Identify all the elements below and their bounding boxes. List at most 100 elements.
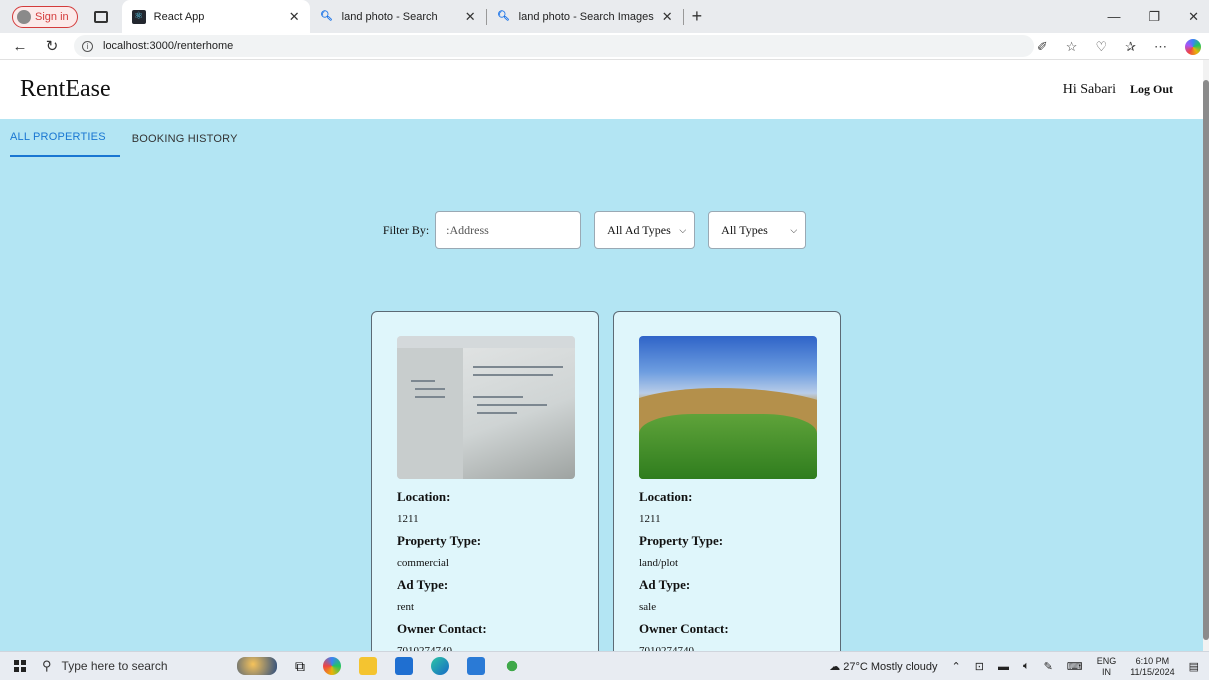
browser-tab-search[interactable]: 🔍︎ land photo - Search ✕ bbox=[310, 0, 486, 33]
network-icon[interactable]: ⊡ bbox=[975, 660, 984, 673]
property-photo bbox=[639, 336, 817, 479]
property-type-label: Property Type: bbox=[397, 533, 482, 548]
task-view-icon[interactable]: ⧉ bbox=[295, 658, 305, 675]
close-window-icon[interactable]: ✕ bbox=[1188, 9, 1199, 25]
copilot-taskbar-icon[interactable] bbox=[323, 657, 341, 675]
edge-browser-icon[interactable] bbox=[431, 657, 449, 675]
sign-in-label: Sign in bbox=[35, 10, 69, 23]
close-tab-icon[interactable]: ✕ bbox=[662, 9, 673, 25]
scrollbar-thumb[interactable] bbox=[1203, 80, 1209, 640]
language-indicator[interactable]: ENG IN bbox=[1097, 656, 1117, 678]
url-field[interactable]: i localhost:3000/renterhome bbox=[74, 35, 1034, 57]
copilot-icon[interactable] bbox=[1185, 38, 1201, 55]
tab-all-properties[interactable]: ALL PROPERTIES bbox=[10, 131, 120, 157]
ad-type-label: Ad Type: bbox=[397, 577, 449, 592]
property-type-value: commercial bbox=[397, 557, 449, 569]
filter-bar: Filter By: All Ad Types ⌵ All Types ⌵ bbox=[0, 211, 1203, 249]
main-content: ALL PROPERTIES BOOKING HISTORY Filter By… bbox=[0, 119, 1203, 651]
property-cards: Location: 1211 Property Type: commercial… bbox=[371, 311, 841, 651]
location-label: Location: bbox=[639, 489, 693, 504]
ad-type-value: sale bbox=[639, 601, 657, 613]
taskbar-search[interactable]: ⚲ Type here to search bbox=[42, 652, 217, 681]
new-tab-icon[interactable]: + bbox=[692, 6, 703, 27]
chevron-down-icon: ⌵ bbox=[679, 224, 687, 235]
ad-type-value: All Ad Types bbox=[607, 222, 671, 237]
app-page: RentEase Hi Sabari Log Out ALL PROPERTIE… bbox=[0, 60, 1203, 651]
browser-tab-react-app[interactable]: ⚛ React App ✕ bbox=[121, 0, 310, 33]
volume-icon[interactable]: 🔈︎ bbox=[1023, 660, 1030, 673]
property-type-value: All Types bbox=[721, 222, 768, 237]
property-type-value: land/plot bbox=[639, 557, 679, 569]
profile-icon bbox=[17, 9, 31, 24]
sign-in-button[interactable]: Sign in bbox=[12, 5, 78, 28]
page-scrollbar[interactable] bbox=[1203, 60, 1209, 651]
notifications-icon[interactable]: ▤ bbox=[1189, 660, 1199, 673]
filter-label: Filter By: bbox=[382, 222, 430, 237]
taskbar: ⚲ Type here to search ⧉ ☁ 27°C Mostly cl… bbox=[0, 651, 1209, 680]
favorites-icon[interactable]: ✰ bbox=[1125, 39, 1136, 55]
system-tray: ☁ 27°C Mostly cloudy ⌃ ⊡ ▬ 🔈︎ ✎ ⌨ ENG IN… bbox=[829, 652, 1199, 681]
location-value: 1211 bbox=[397, 513, 419, 525]
browser-tab-strip: Sign in ⚛ React App ✕ 🔍︎ land photo - Se… bbox=[0, 0, 1209, 33]
ad-type-select[interactable]: All Ad Types ⌵ bbox=[594, 211, 696, 249]
brand-logo[interactable]: RentEase bbox=[20, 76, 111, 103]
close-tab-icon[interactable]: ✕ bbox=[465, 9, 476, 25]
weather-widget-icon[interactable] bbox=[237, 657, 277, 675]
browser-essentials-icon[interactable]: ♡ bbox=[1095, 39, 1107, 55]
taskbar-search-placeholder: Type here to search bbox=[61, 659, 168, 673]
taskbar-apps: ⧉ bbox=[237, 657, 521, 675]
property-type-label: Property Type: bbox=[639, 533, 724, 548]
ad-type-value: rent bbox=[397, 601, 415, 613]
address-bar-row: ← ↻ i localhost:3000/renterhome ✐ ☆ ♡ ✰ … bbox=[0, 33, 1209, 60]
tab-title: React App bbox=[153, 10, 205, 23]
keyboard-icon[interactable]: ⌨ bbox=[1067, 660, 1083, 673]
property-photo bbox=[397, 336, 575, 479]
windows-start-icon[interactable] bbox=[14, 660, 26, 672]
restore-icon[interactable]: ❐ bbox=[1148, 9, 1160, 25]
info-icon[interactable]: i bbox=[82, 40, 93, 52]
clock[interactable]: 6:10 PM 11/15/2024 bbox=[1130, 656, 1174, 678]
vscode-icon[interactable] bbox=[467, 657, 485, 675]
user-area: Hi Sabari Log Out bbox=[1063, 82, 1173, 98]
pen-icon[interactable]: ✎ bbox=[1044, 660, 1053, 673]
owner-contact-label: Owner Contact: bbox=[397, 621, 487, 636]
lang-top: ENG bbox=[1096, 655, 1117, 666]
refresh-icon[interactable]: ↻ bbox=[40, 37, 64, 55]
chrome-app-icon[interactable] bbox=[503, 657, 521, 675]
mail-icon[interactable] bbox=[395, 657, 413, 675]
clock-time: 6:10 PM bbox=[1135, 655, 1170, 666]
minimize-icon[interactable]: — bbox=[1107, 9, 1120, 24]
tab-booking-history[interactable]: BOOKING HISTORY bbox=[132, 133, 250, 157]
chevron-down-icon: ⌵ bbox=[790, 224, 798, 235]
file-explorer-icon[interactable] bbox=[359, 657, 377, 675]
property-card[interactable]: Location: 1211 Property Type: land/plot … bbox=[613, 311, 841, 651]
cloud-icon: ☁ bbox=[829, 661, 841, 673]
window-controls: — ❐ ✕ bbox=[1107, 0, 1209, 33]
battery-icon[interactable]: ▬ bbox=[998, 661, 1009, 673]
browser-tab-search-images[interactable]: 🔍︎ land photo - Search Images ✕ bbox=[487, 0, 683, 33]
property-type-select[interactable]: All Types ⌵ bbox=[708, 211, 807, 249]
lang-bottom: IN bbox=[1101, 666, 1111, 677]
tab-actions-icon[interactable] bbox=[93, 10, 108, 23]
read-aloud-icon[interactable]: ✐ bbox=[1037, 39, 1048, 55]
more-menu-icon[interactable]: ⋯ bbox=[1154, 39, 1167, 55]
back-icon[interactable]: ← bbox=[8, 38, 32, 55]
close-tab-icon[interactable]: ✕ bbox=[289, 9, 300, 25]
property-card[interactable]: Location: 1211 Property Type: commercial… bbox=[371, 311, 599, 651]
owner-contact-label: Owner Contact: bbox=[639, 621, 729, 636]
logout-button[interactable]: Log Out bbox=[1130, 82, 1173, 97]
address-filter-input[interactable] bbox=[435, 211, 582, 249]
browser-toolbar: ✐ ☆ ♡ ✰ ⋯ bbox=[1037, 33, 1201, 60]
search-icon: ⚲ bbox=[42, 658, 52, 673]
weather-text: 27°C Mostly cloudy bbox=[843, 661, 938, 673]
ad-type-label: Ad Type: bbox=[639, 577, 691, 592]
tab-title: land photo - Search Images bbox=[518, 10, 654, 23]
favorite-star-icon[interactable]: ☆ bbox=[1066, 39, 1078, 55]
weather-status[interactable]: ☁ 27°C Mostly cloudy bbox=[829, 660, 937, 673]
react-favicon-icon: ⚛ bbox=[131, 9, 146, 24]
search-favicon-icon: 🔍︎ bbox=[497, 11, 510, 22]
tab-separator bbox=[682, 8, 684, 25]
search-favicon-icon: 🔍︎ bbox=[320, 11, 333, 22]
chevron-up-icon[interactable]: ⌃ bbox=[952, 660, 961, 673]
location-label: Location: bbox=[397, 489, 451, 504]
